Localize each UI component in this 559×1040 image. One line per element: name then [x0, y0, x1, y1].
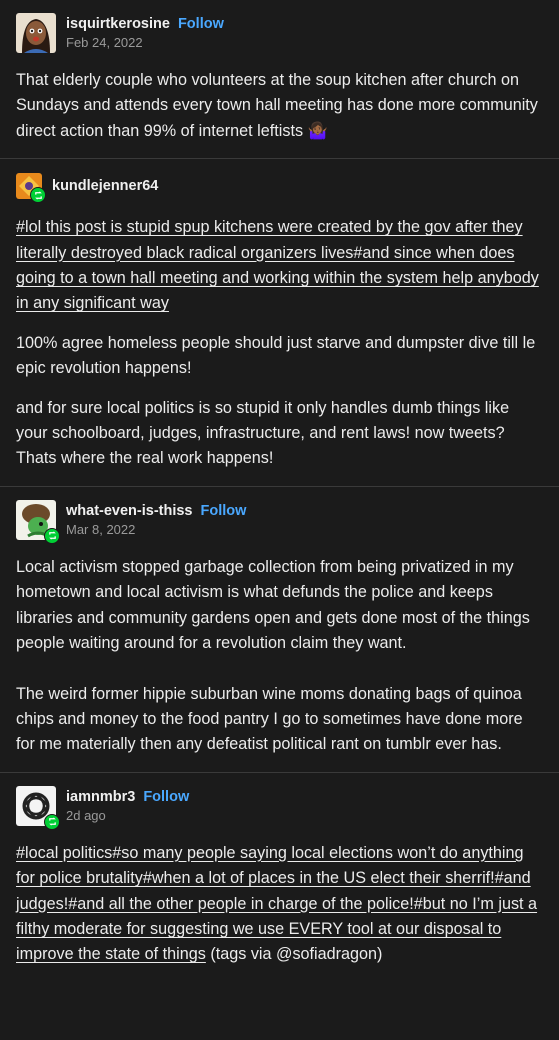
post-meta: isquirtkerosine Follow Feb 24, 2022: [66, 16, 224, 50]
post-date[interactable]: Mar 8, 2022: [66, 522, 246, 537]
follow-button[interactable]: Follow: [178, 16, 224, 32]
reblog-icon: [44, 813, 60, 830]
post-kundlejenner64: kundlejenner64 #lol this post is stupid …: [0, 159, 559, 487]
reblog-icon: [44, 527, 60, 544]
post-meta: what-even-is-thiss Follow Mar 8, 2022: [66, 503, 246, 537]
username[interactable]: isquirtkerosine: [66, 16, 170, 32]
post-meta: iamnmbr3 Follow 2d ago: [66, 789, 189, 823]
avatar[interactable]: [16, 499, 60, 544]
post-date[interactable]: 2d ago: [66, 808, 189, 823]
post-paragraph: and for sure local politics is so stupid…: [16, 398, 510, 468]
post-header: what-even-is-thiss Follow Mar 8, 2022: [16, 499, 543, 544]
post-header: iamnmbr3 Follow 2d ago: [16, 785, 543, 830]
avatar[interactable]: [16, 173, 46, 204]
post-paragraph: Local activism stopped garbage collectio…: [16, 557, 530, 653]
post-tags: #local politics#so many people saying lo…: [16, 841, 543, 968]
post-paragraph: That elderly couple who volunteers at th…: [16, 71, 538, 140]
cartoon-woman-avatar-icon: [16, 13, 56, 53]
post-tags: #lol this post is stupid spup kitchens w…: [16, 215, 543, 317]
tags-attribution: (tags via @sofiadragon): [205, 945, 383, 964]
avatar[interactable]: [16, 785, 60, 830]
post-iamnmbr3: iamnmbr3 Follow 2d ago #local politics#s…: [0, 773, 559, 982]
post-paragraph: 100% agree homeless people should just s…: [16, 333, 536, 378]
post-header: kundlejenner64: [16, 171, 543, 204]
reblog-thread: isquirtkerosine Follow Feb 24, 2022 That…: [0, 0, 559, 982]
post-body: #local politics#so many people saying lo…: [16, 841, 543, 968]
post-paragraph: The weird former hippie suburban wine mo…: [16, 684, 523, 754]
post-date[interactable]: Feb 24, 2022: [66, 35, 224, 50]
tags-link[interactable]: #lol this post is stupid spup kitchens w…: [16, 218, 539, 312]
username[interactable]: iamnmbr3: [66, 789, 135, 805]
follow-button[interactable]: Follow: [201, 503, 247, 519]
avatar[interactable]: [16, 13, 56, 53]
post-body: That elderly couple who volunteers at th…: [16, 68, 543, 144]
username[interactable]: kundlejenner64: [52, 178, 158, 194]
follow-button[interactable]: Follow: [143, 789, 189, 805]
post-meta: kundlejenner64: [52, 178, 158, 194]
post-body: Local activism stopped garbage collectio…: [16, 555, 543, 758]
username[interactable]: what-even-is-thiss: [66, 503, 193, 519]
post-body: #lol this post is stupid spup kitchens w…: [16, 215, 543, 472]
post-header: isquirtkerosine Follow Feb 24, 2022: [16, 12, 543, 54]
post-what-even-is-thiss: what-even-is-thiss Follow Mar 8, 2022 Lo…: [0, 487, 559, 773]
post-isquirtkerosine: isquirtkerosine Follow Feb 24, 2022 That…: [0, 0, 559, 160]
reblog-icon: [30, 187, 46, 204]
